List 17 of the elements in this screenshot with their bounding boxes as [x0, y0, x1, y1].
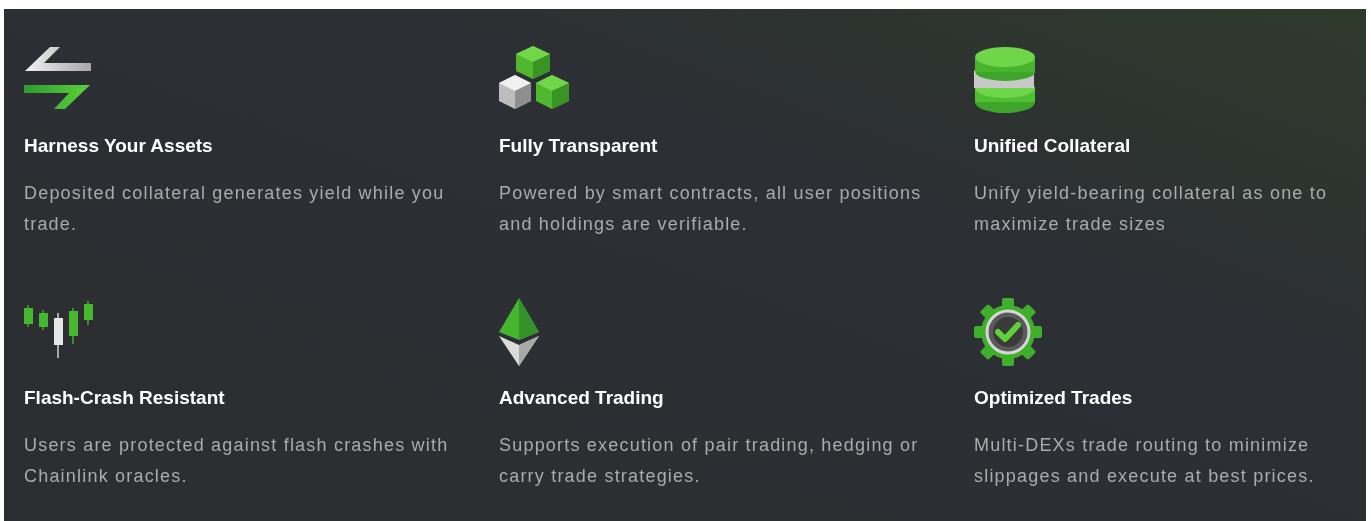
feature-title: Harness Your Assets	[24, 136, 214, 156]
feature-description: Multi-DEXs trade routing to minimize slippages and execute at best prices.	[974, 434, 1316, 488]
feature-description: Users are protected against flash crashes with Chainlink oracles.	[24, 434, 450, 488]
diamond-icon	[499, 298, 539, 366]
feature-title: Advanced Trading	[499, 388, 665, 408]
cubes-icon	[499, 46, 569, 110]
feature-description: Powered by smart contracts, all user positions and holdings are verifiable.	[499, 182, 923, 236]
stacked-discs-icon	[974, 46, 1036, 114]
feature-title: Optimized Trades	[974, 388, 1134, 408]
gear-check-icon	[974, 298, 1042, 366]
swap-arrows-icon	[24, 46, 92, 110]
feature-title: Flash-Crash Resistant	[24, 388, 226, 408]
feature-title: Unified Collateral	[974, 136, 1132, 156]
feature-title: Fully Transparent	[499, 136, 659, 156]
feature-description: Deposited collateral generates yield while you trade.	[24, 182, 446, 236]
feature-description: Supports execution of pair trading, hedging or carry trade strategies.	[499, 434, 920, 488]
feature-description: Unify yield-bearing collateral as one to maximize trade sizes	[974, 182, 1329, 236]
